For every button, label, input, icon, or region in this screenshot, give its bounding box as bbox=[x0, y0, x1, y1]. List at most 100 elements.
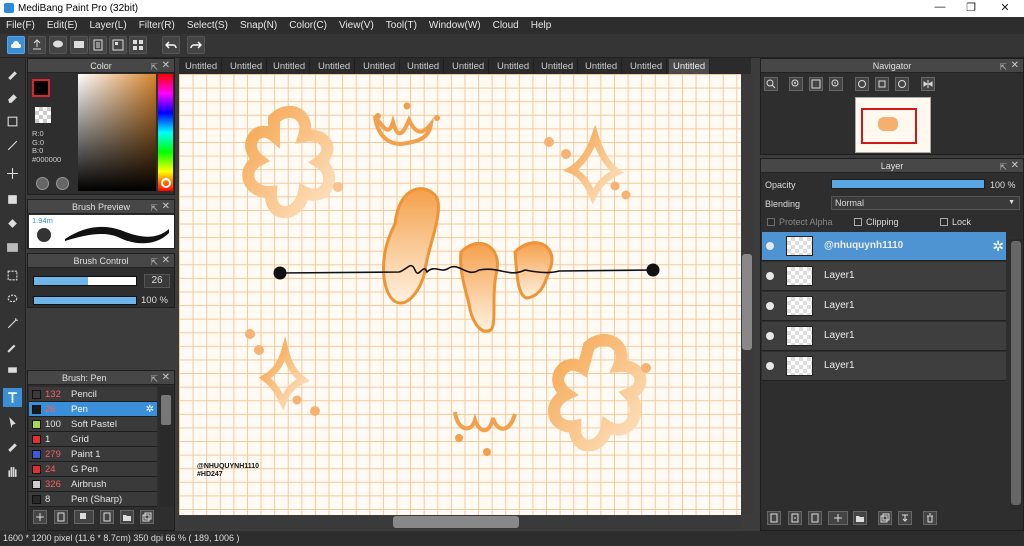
brush-duplicate-icon[interactable] bbox=[140, 510, 154, 524]
tab-untitled-7[interactable]: Untitled bbox=[448, 59, 490, 74]
tab-untitled-2[interactable]: Untitled bbox=[226, 59, 268, 74]
brush-item[interactable]: 24 G Pen bbox=[29, 462, 157, 477]
layer-row[interactable]: Layer1 bbox=[762, 262, 1006, 291]
brush-list-scrollbar[interactable] bbox=[159, 387, 173, 507]
visibility-eye-icon[interactable] bbox=[766, 272, 774, 280]
operation-tool-icon[interactable] bbox=[3, 412, 22, 431]
menu-select[interactable]: Select(S) bbox=[187, 20, 228, 31]
brush-item[interactable]: 8 Pen (Sharp) bbox=[29, 492, 157, 507]
primary-color-swatch[interactable] bbox=[32, 79, 50, 97]
close-icon[interactable]: ✕ bbox=[1011, 159, 1019, 173]
tab-untitled-10[interactable]: Untitled bbox=[581, 59, 623, 74]
text-tool-icon[interactable] bbox=[3, 388, 22, 407]
layer-row[interactable]: Layer1 bbox=[762, 292, 1006, 321]
hue-slider[interactable] bbox=[158, 74, 173, 191]
menu-help[interactable]: Help bbox=[531, 20, 552, 31]
brush-size-value[interactable]: 26 bbox=[144, 274, 170, 288]
brush-copy-icon[interactable] bbox=[100, 510, 114, 524]
layer-folder-icon[interactable] bbox=[853, 511, 867, 525]
brush-item[interactable]: 100 Soft Pastel bbox=[29, 417, 157, 432]
protect-alpha-checkbox[interactable] bbox=[767, 218, 775, 226]
magic-wand-icon[interactable] bbox=[3, 314, 22, 333]
tab-untitled-8[interactable]: Untitled bbox=[493, 59, 535, 74]
close-icon[interactable]: ✕ bbox=[162, 200, 170, 214]
merge-layer-icon[interactable] bbox=[898, 511, 912, 525]
popout-icon[interactable]: ⇱ bbox=[150, 201, 158, 215]
move-tool-icon[interactable] bbox=[3, 164, 22, 183]
fit-icon[interactable] bbox=[809, 77, 823, 91]
menu-filter[interactable]: Filter(R) bbox=[139, 20, 175, 31]
blending-select[interactable]: Normal ▼ bbox=[831, 196, 1020, 210]
hand-tool-icon[interactable] bbox=[3, 462, 22, 481]
tab-untitled-6[interactable]: Untitled bbox=[403, 59, 445, 74]
delete-layer-icon[interactable] bbox=[923, 511, 937, 525]
palette-icon[interactable] bbox=[36, 177, 49, 190]
close-icon[interactable]: ✕ bbox=[1011, 59, 1019, 73]
horizontal-scrollbar[interactable] bbox=[179, 515, 741, 529]
layer-opacity-slider[interactable] bbox=[831, 179, 985, 189]
transparent-swatch[interactable] bbox=[35, 107, 51, 123]
menu-edit[interactable]: Edit(E) bbox=[47, 20, 78, 31]
popout-icon[interactable]: ⇱ bbox=[999, 60, 1007, 74]
clipping-checkbox[interactable] bbox=[854, 218, 862, 226]
rotate-reset-icon[interactable] bbox=[875, 77, 889, 91]
close-icon[interactable]: ✕ bbox=[162, 254, 170, 268]
new-halftone-layer-icon[interactable] bbox=[788, 511, 802, 525]
cloud-icon[interactable] bbox=[7, 36, 25, 54]
layer-add-menu-icon[interactable] bbox=[828, 511, 848, 525]
tab-untitled-4[interactable]: Untitled bbox=[314, 59, 356, 74]
vertical-scrollbar[interactable] bbox=[741, 74, 753, 515]
menu-file[interactable]: File(F) bbox=[6, 20, 35, 31]
brush-menu-icon[interactable] bbox=[74, 510, 94, 524]
brush-add-icon[interactable] bbox=[33, 510, 47, 524]
canvas-area[interactable]: @NHUQUYNH1110 #HD247 bbox=[179, 74, 741, 515]
brush-size-slider[interactable] bbox=[33, 276, 137, 286]
zoom-out-icon[interactable] bbox=[829, 77, 843, 91]
navigator-thumbnail[interactable] bbox=[855, 97, 931, 153]
gear-icon[interactable]: ✲ bbox=[992, 238, 1004, 255]
brush-item[interactable]: 132 Pencil bbox=[29, 387, 157, 402]
tab-untitled-12[interactable]: Untitled bbox=[669, 59, 711, 74]
flip-icon[interactable] bbox=[921, 77, 935, 91]
undo-icon[interactable] bbox=[162, 36, 180, 54]
rotate-right-icon[interactable] bbox=[895, 77, 909, 91]
speech-icon[interactable] bbox=[70, 36, 88, 54]
brush-new-icon[interactable] bbox=[54, 510, 68, 524]
gradient-tool-icon[interactable] bbox=[3, 238, 22, 257]
fill-rect-tool-icon[interactable] bbox=[3, 190, 22, 209]
maximize-button[interactable]: ❐ bbox=[961, 1, 981, 16]
page-icon[interactable] bbox=[89, 36, 107, 54]
brush-item[interactable]: 279 Paint 1 bbox=[29, 447, 157, 462]
upload-icon[interactable] bbox=[28, 36, 46, 54]
layer-row[interactable]: Layer1 bbox=[762, 322, 1006, 351]
brush-item[interactable]: 26 Pen ✲ bbox=[29, 402, 157, 417]
menu-layer[interactable]: Layer(L) bbox=[89, 20, 126, 31]
menu-cloud[interactable]: Cloud bbox=[493, 20, 519, 31]
close-icon[interactable]: ✕ bbox=[162, 371, 170, 385]
menu-color[interactable]: Color(C) bbox=[289, 20, 327, 31]
dot-tool-icon[interactable] bbox=[3, 136, 22, 155]
popout-icon[interactable]: ⇱ bbox=[150, 255, 158, 269]
visibility-eye-icon[interactable] bbox=[766, 242, 774, 250]
rotate-left-icon[interactable] bbox=[855, 77, 869, 91]
tab-untitled-9[interactable]: Untitled bbox=[537, 59, 579, 74]
popout-icon[interactable]: ⇱ bbox=[999, 160, 1007, 174]
saturation-picker[interactable] bbox=[78, 74, 156, 191]
brush-opacity-slider[interactable] bbox=[33, 296, 137, 305]
select-eraser-icon[interactable] bbox=[3, 360, 22, 379]
menu-view[interactable]: View(V) bbox=[339, 20, 374, 31]
close-button[interactable]: ✕ bbox=[995, 1, 1015, 16]
menu-tool[interactable]: Tool(T) bbox=[386, 20, 417, 31]
menu-window[interactable]: Window(W) bbox=[429, 20, 481, 31]
canvas-paper[interactable]: @NHUQUYNH1110 #HD247 bbox=[179, 74, 741, 515]
tab-untitled-3[interactable]: Untitled bbox=[269, 59, 311, 74]
menu-snap[interactable]: Snap(N) bbox=[240, 20, 277, 31]
select-tool-icon[interactable] bbox=[3, 266, 22, 285]
bucket-tool-icon[interactable] bbox=[3, 214, 22, 233]
brush-item[interactable]: 326 Airbrush bbox=[29, 477, 157, 492]
visibility-eye-icon[interactable] bbox=[766, 302, 774, 310]
zoom-search-icon[interactable] bbox=[764, 77, 778, 91]
layer-list-scrollbar[interactable] bbox=[1010, 239, 1022, 509]
new-1bit-layer-icon[interactable] bbox=[808, 511, 822, 525]
panel-icon[interactable] bbox=[109, 36, 127, 54]
